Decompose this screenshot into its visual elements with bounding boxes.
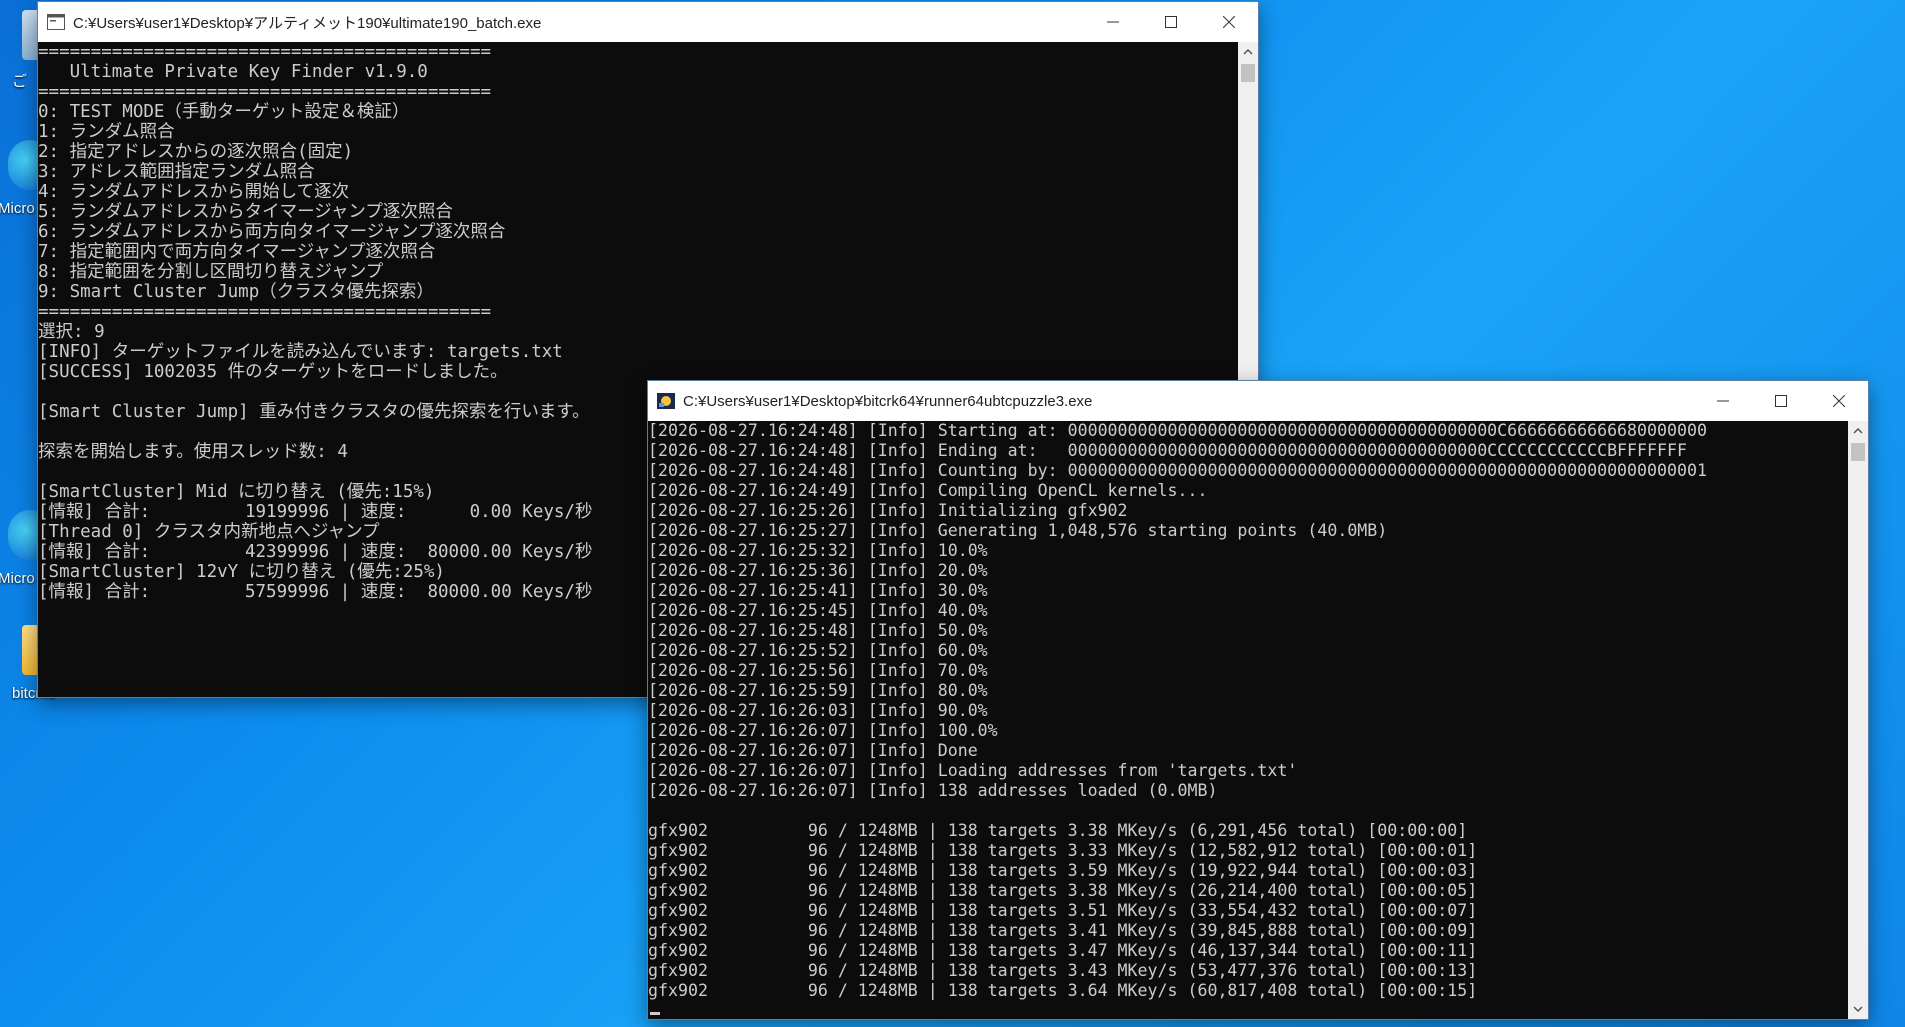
console-line: gfx902 96 / 1248MB | 138 targets 3.47 MK… (648, 941, 1478, 960)
console-line: 5: ランダムアドレスからタイマージャンプ逐次照合 (38, 202, 453, 222)
minimize-button[interactable] (1694, 381, 1752, 421)
scroll-up-button[interactable] (1238, 42, 1258, 62)
console-line: 1: ランダム照合 (38, 122, 175, 142)
window-title: C:¥Users¥user1¥Desktop¥アルティメット190¥ultima… (73, 14, 542, 32)
console-line: 6: ランダムアドレスから両方向タイマージャンプ逐次照合 (38, 222, 506, 242)
console-line: [2026-08-27.16:25:56] [Info] 70.0% (648, 661, 988, 680)
close-button[interactable] (1200, 2, 1258, 42)
close-button[interactable] (1810, 381, 1868, 421)
console-line: gfx902 96 / 1248MB | 138 targets 3.33 MK… (648, 841, 1478, 860)
console-line: [2026-08-27.16:24:48] [Info] Starting at… (648, 421, 1707, 440)
console-line: [2026-08-27.16:25:27] [Info] Generating … (648, 521, 1388, 540)
console-line: [2026-08-27.16:25:32] [Info] 10.0% (648, 541, 988, 560)
close-icon (1223, 16, 1235, 28)
console-line: 2: 指定アドレスからの逐次照合(固定) (38, 142, 354, 162)
maximize-button[interactable] (1142, 2, 1200, 42)
title-bar[interactable]: C:¥Users¥user1¥Desktop¥bitcrk64¥runner64… (648, 381, 1868, 421)
maximize-icon (1165, 16, 1177, 28)
console-line: [2026-08-27.16:25:26] [Info] Initializin… (648, 501, 1128, 520)
console-line: [2026-08-27.16:26:07] [Info] Done (648, 741, 978, 760)
console-line: [2026-08-27.16:26:03] [Info] 90.0% (648, 701, 988, 720)
console-line: [2026-08-27.16:25:41] [Info] 30.0% (648, 581, 988, 600)
scroll-up-button[interactable] (1848, 421, 1868, 441)
close-icon (1833, 395, 1845, 407)
console-window-runner[interactable]: C:¥Users¥user1¥Desktop¥bitcrk64¥runner64… (648, 381, 1868, 1019)
console-line: 9: Smart Cluster Jump（クラスタ優先探索） (38, 282, 434, 302)
chevron-up-icon (1243, 49, 1253, 55)
console-line: [2026-08-27.16:24:48] [Info] Counting by… (648, 461, 1707, 480)
console-line: [2026-08-27.16:25:48] [Info] 50.0% (648, 621, 988, 640)
console-line: [2026-08-27.16:24:48] [Info] Ending at: … (648, 441, 1687, 460)
console-line: gfx902 96 / 1248MB | 138 targets 3.43 MK… (648, 961, 1478, 980)
console-line: 7: 指定範囲内で両方向タイマージャンプ逐次照合 (38, 242, 436, 262)
maximize-button[interactable] (1752, 381, 1810, 421)
minimize-icon (1107, 21, 1119, 23)
minimize-icon (1717, 400, 1729, 402)
vertical-scrollbar[interactable] (1848, 421, 1868, 1019)
scrollbar-thumb[interactable] (1851, 443, 1865, 461)
console-app-icon (47, 14, 65, 30)
console-line: [2026-08-27.16:25:45] [Info] 40.0% (648, 601, 988, 620)
console-line: gfx902 96 / 1248MB | 138 targets 3.41 MK… (648, 921, 1478, 940)
console-line: gfx902 96 / 1248MB | 138 targets 3.38 MK… (648, 881, 1478, 900)
console-line: [INFO] ターゲットファイルを読み込んでいます: targets.txt (38, 342, 563, 362)
console-line: 8: 指定範囲を分割し区間切り替えジャンプ (38, 262, 384, 282)
console-line: [2026-08-27.16:26:07] [Info] 100.0% (648, 721, 998, 740)
bitcrack-app-icon (657, 393, 675, 409)
console-line: gfx902 96 / 1248MB | 138 targets 3.59 MK… (648, 861, 1478, 880)
console-line: Ultimate Private Key Finder v1.9.0 (38, 62, 428, 82)
console-output[interactable]: [2026-08-27.16:24:48] [Info] Starting at… (648, 421, 1848, 1019)
scroll-down-button[interactable] (1848, 999, 1868, 1019)
console-line: [2026-08-27.16:26:07] [Info] 138 address… (648, 781, 1218, 800)
console-line: [2026-08-27.16:25:59] [Info] 80.0% (648, 681, 988, 700)
console-line: [2026-08-27.16:26:07] [Info] Loading add… (648, 761, 1298, 780)
console-line: 3: アドレス範囲指定ランダム照合 (38, 162, 315, 182)
console-line: gfx902 96 / 1248MB | 138 targets 3.51 MK… (648, 901, 1478, 920)
console-line: [2026-08-27.16:25:52] [Info] 60.0% (648, 641, 988, 660)
maximize-icon (1775, 395, 1787, 407)
console-line: 4: ランダムアドレスから開始して逐次 (38, 182, 350, 202)
text-cursor (650, 1012, 660, 1015)
console-line: gfx902 96 / 1248MB | 138 targets 3.38 MK… (648, 821, 1468, 840)
console-line: gfx902 96 / 1248MB | 138 targets 3.64 MK… (648, 981, 1478, 1000)
console-line: [2026-08-27.16:25:36] [Info] 20.0% (648, 561, 988, 580)
console-line: ========================================… (38, 82, 492, 102)
console-line: [SUCCESS] 1002035 件のターゲットをロードしました。 (38, 362, 508, 382)
console-line: 選択: 9 (38, 322, 105, 342)
minimize-button[interactable] (1084, 2, 1142, 42)
console-line: ========================================… (38, 42, 492, 62)
window-title: C:¥Users¥user1¥Desktop¥bitcrk64¥runner64… (683, 392, 1093, 410)
console-line: 0: TEST MODE（手動ターゲット設定＆検証） (38, 102, 410, 122)
title-bar[interactable]: C:¥Users¥user1¥Desktop¥アルティメット190¥ultima… (38, 2, 1258, 42)
scrollbar-thumb[interactable] (1241, 64, 1255, 82)
console-line: ========================================… (38, 302, 492, 322)
chevron-down-icon (1853, 1006, 1863, 1012)
console-line: [2026-08-27.16:24:49] [Info] Compiling O… (648, 481, 1208, 500)
chevron-up-icon (1853, 428, 1863, 434)
